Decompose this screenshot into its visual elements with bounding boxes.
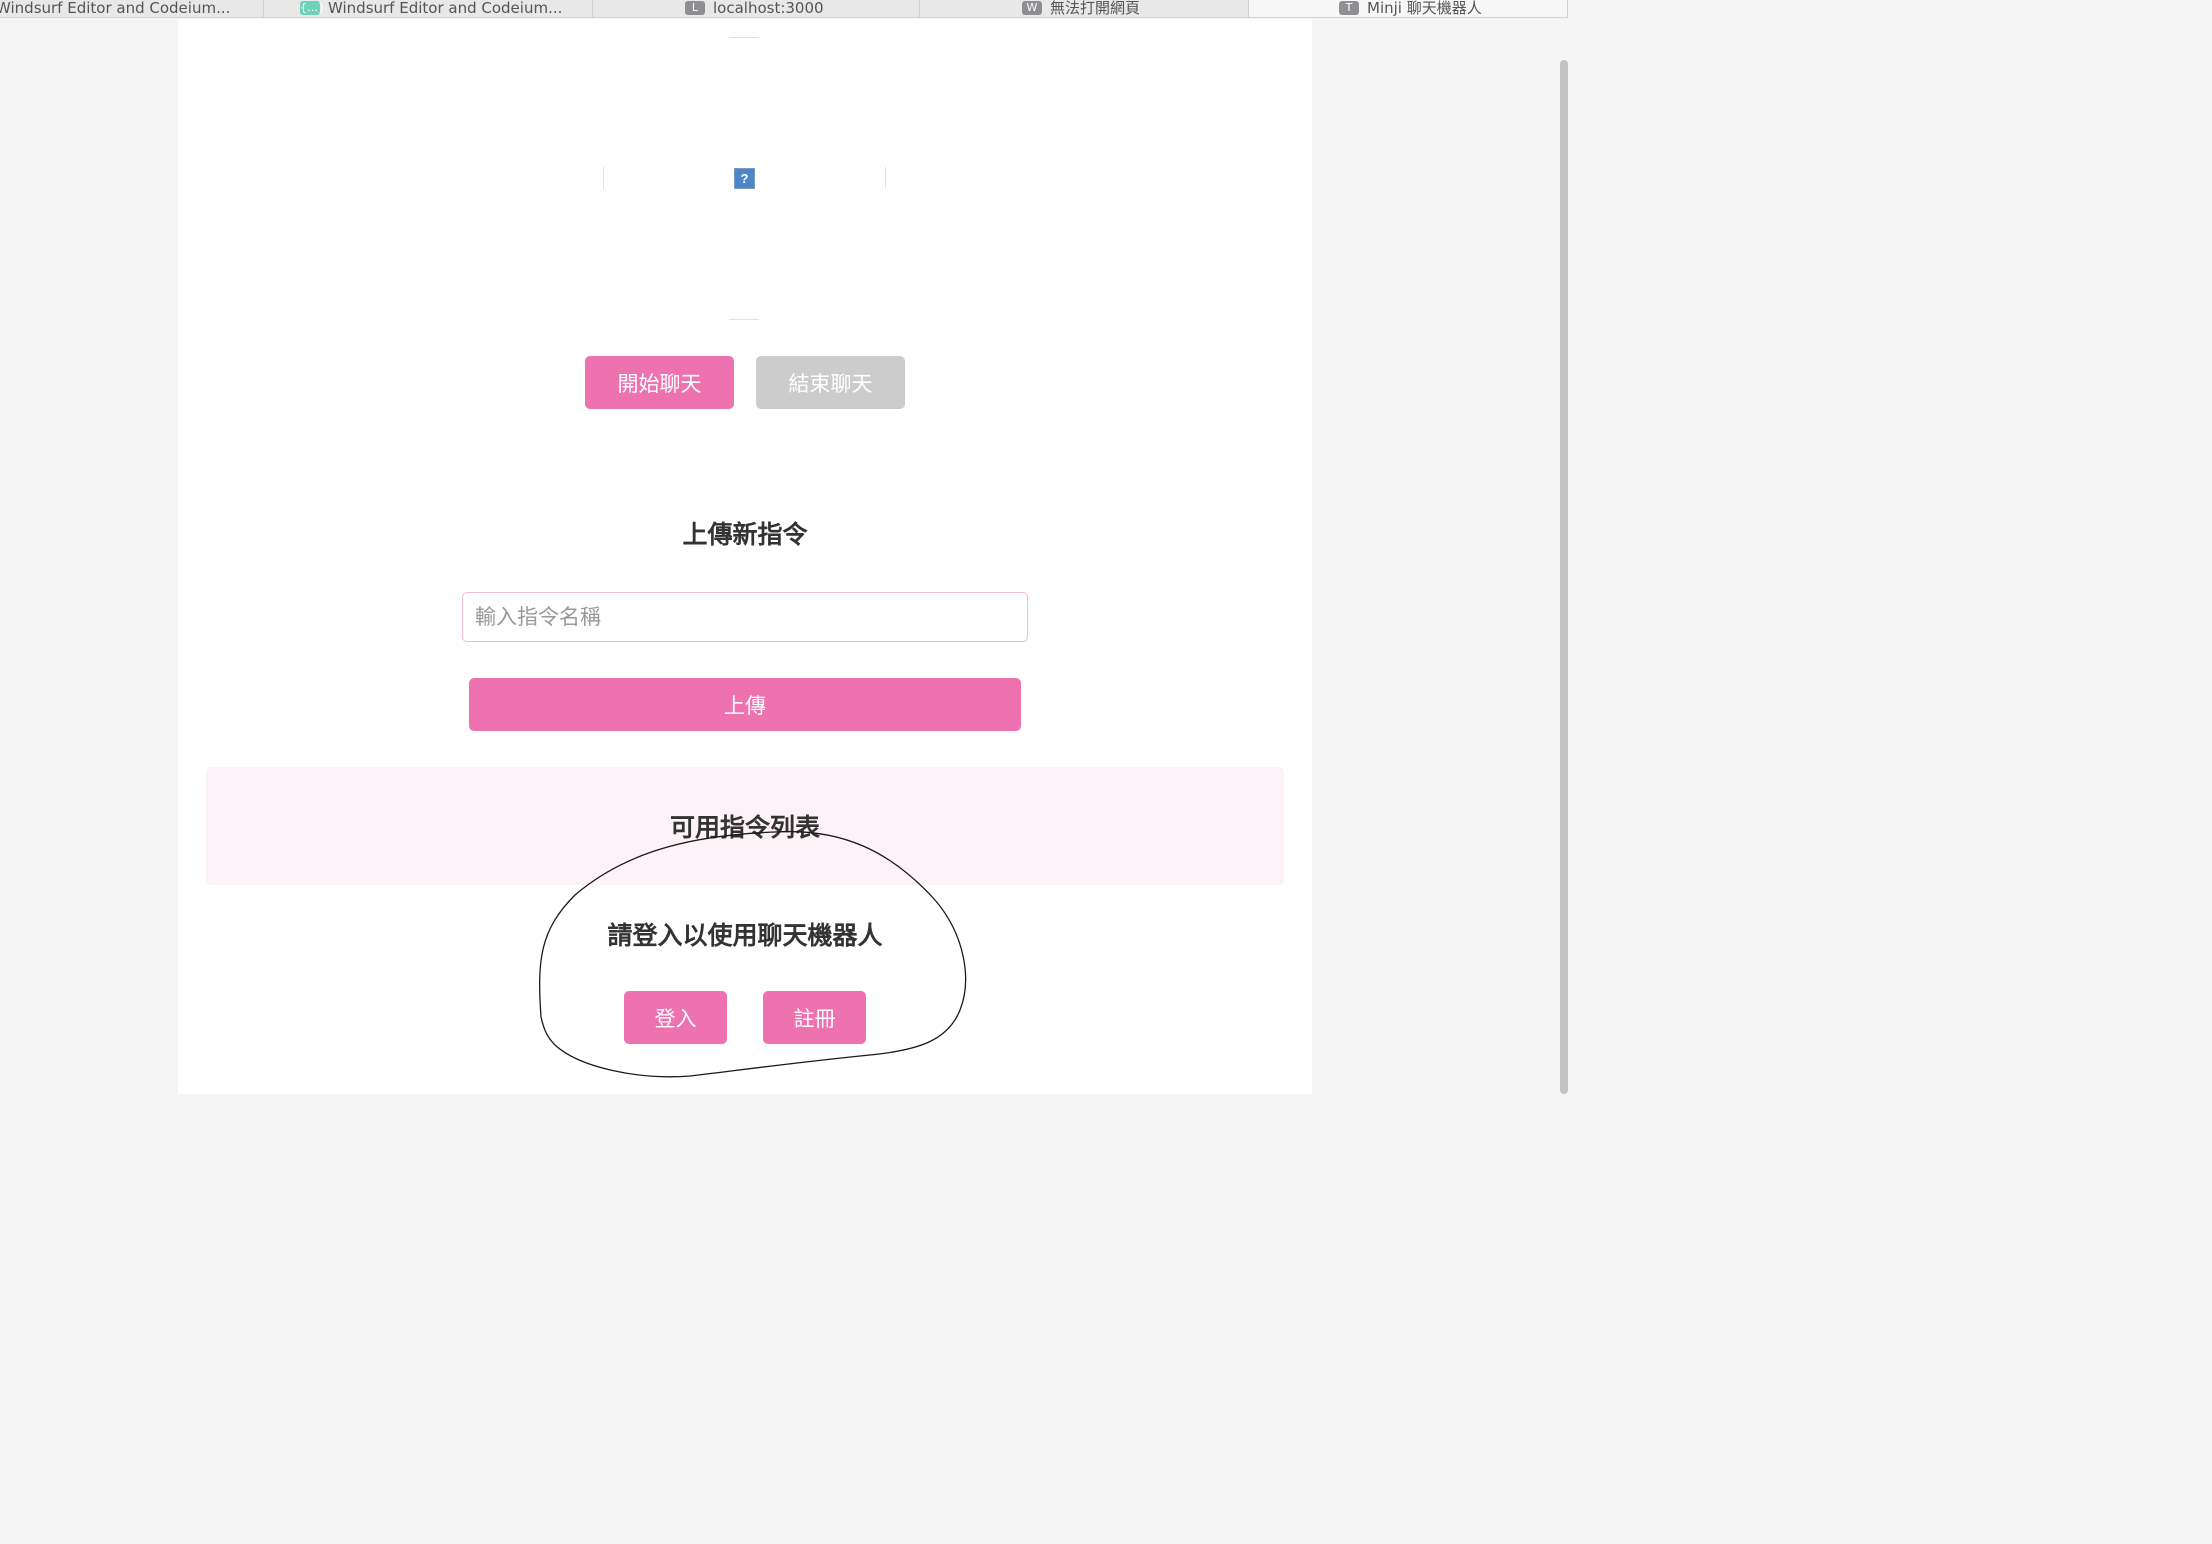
upload-button[interactable]: 上傳	[469, 678, 1021, 731]
browser-tab[interactable]: L localhost:3000	[593, 0, 920, 17]
login-prompt: 請登入以使用聊天機器人	[607, 921, 883, 950]
code-icon: {…}	[300, 1, 325, 15]
login-button[interactable]: 登入	[624, 991, 727, 1044]
tab-label: Minji 聊天機器人	[1367, 0, 1482, 17]
video-placeholder: ?	[603, 35, 886, 320]
register-button[interactable]: 註冊	[763, 991, 866, 1044]
browser-tab[interactable]: W 無法打開網頁	[920, 0, 1249, 17]
letter-t-icon: T	[1339, 1, 1359, 15]
command-list-title: 可用指令列表	[669, 813, 820, 842]
scrollbar-thumb[interactable]	[1560, 60, 1568, 1094]
command-list-panel: 可用指令列表	[206, 767, 1284, 885]
video-edge	[729, 37, 759, 38]
tab-label: Windsurf Editor and Codeium...	[328, 0, 563, 17]
tab-label: 無法打開網頁	[1050, 0, 1141, 17]
upload-heading: 上傳新指令	[682, 520, 808, 549]
page-content: ? 開始聊天 結束聊天 上傳新指令 上傳 可用指令列表 請登入以使用聊天機器人 …	[178, 19, 1312, 1094]
end-chat-button[interactable]: 結束聊天	[756, 356, 905, 409]
broken-image-icon: ?	[734, 168, 755, 189]
video-edge	[729, 319, 759, 320]
letter-l-icon: L	[685, 1, 705, 15]
browser-tab[interactable]: {…} Windsurf Editor and Codeium...	[264, 0, 593, 17]
letter-w-icon: W	[1022, 1, 1042, 15]
command-name-input[interactable]	[462, 592, 1028, 642]
tab-label: Windsurf Editor and Codeium...	[0, 0, 231, 17]
video-edge	[603, 167, 604, 189]
start-chat-button[interactable]: 開始聊天	[585, 356, 734, 409]
browser-tab-bar: Windsurf Editor and Codeium... {…} Winds…	[0, 0, 1568, 18]
browser-tab[interactable]: Windsurf Editor and Codeium...	[0, 0, 264, 17]
tab-label: localhost:3000	[713, 0, 824, 17]
video-edge	[885, 167, 886, 189]
browser-tab-active[interactable]: T Minji 聊天機器人	[1249, 0, 1568, 17]
